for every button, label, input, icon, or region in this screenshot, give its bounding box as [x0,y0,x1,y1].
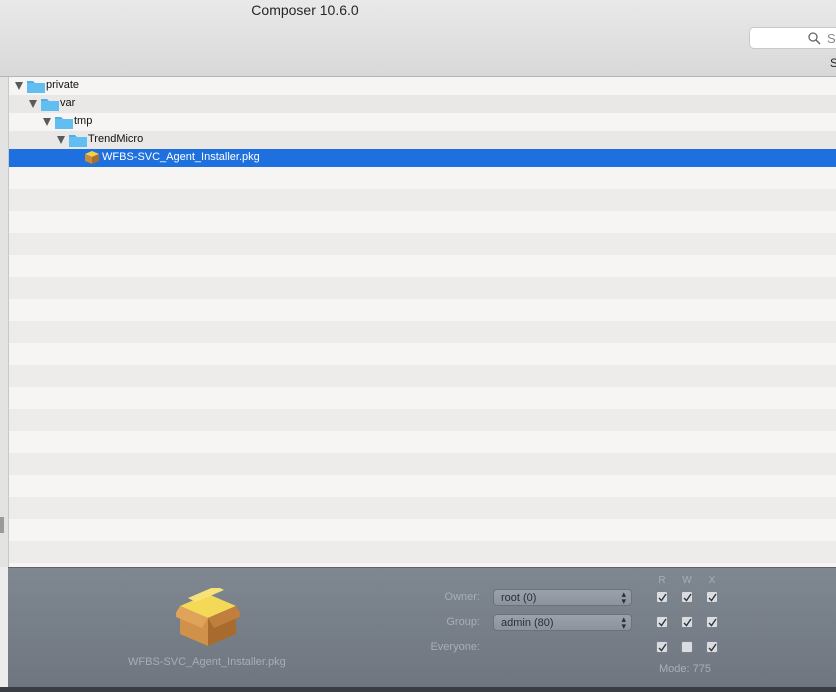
sidebar-resize-handle[interactable] [0,517,4,533]
search-label: S [830,56,836,70]
owner-label: Owner: [444,591,480,603]
tree-row-tmp[interactable]: tmp [9,113,836,131]
group-write-checkbox[interactable] [681,616,693,628]
group-read-checkbox[interactable] [656,616,668,628]
sidebar-edge [0,77,9,567]
search-field[interactable]: S [749,27,836,49]
checkmark-icon [658,593,667,602]
owner-execute-checkbox[interactable] [706,591,718,603]
window-bottom-edge [0,687,836,692]
title-bar: Composer 10.6.0 S S [0,0,836,77]
popup-arrows-icon: ▴ ▾ [621,614,626,631]
package-box-icon [176,588,240,646]
row-stripe [9,365,836,387]
disclosure-triangle-icon[interactable] [29,100,37,108]
owner-read-checkbox[interactable] [656,591,668,603]
checkmark-icon [658,618,667,627]
group-value: admin (80) [501,617,554,629]
owner-value: root (0) [501,592,537,604]
execute-header: X [708,575,716,586]
file-tree[interactable]: private var tmp TrendMicro WFBS-SVC_Agen… [9,77,836,567]
everyone-execute-checkbox[interactable] [706,641,718,653]
tree-row-label: private [46,79,80,91]
write-header: W [682,575,692,586]
folder-icon [41,99,59,111]
checkmark-icon [708,618,717,627]
checkmark-icon [708,643,717,652]
disclosure-triangle-icon[interactable] [43,118,51,126]
read-header: R [658,575,666,586]
checkmark-icon [658,643,667,652]
folder-icon [55,117,73,129]
row-stripe [9,189,836,211]
everyone-write-checkbox[interactable] [681,641,693,653]
tree-row-label: TrendMicro [88,133,144,145]
popup-arrows-icon: ▴ ▾ [621,589,626,606]
owner-write-checkbox[interactable] [681,591,693,603]
folder-icon [27,81,45,93]
row-stripe [9,321,836,343]
checkmark-icon [683,618,692,627]
mode-readout: Mode: 775 [659,663,711,675]
row-stripe [9,541,836,563]
tree-row-private[interactable]: private [9,77,836,95]
disclosure-triangle-icon[interactable] [57,136,65,144]
tree-row-trendmicro[interactable]: TrendMicro [9,131,836,149]
tree-row-label: tmp [74,115,93,127]
magnifier-icon [808,32,821,45]
search-placeholder: S [827,31,836,46]
tree-row-var[interactable]: var [9,95,836,113]
tree-row-label: WFBS-SVC_Agent_Installer.pkg [102,151,260,163]
inspector-panel: WFBS-SVC_Agent_Installer.pkg Owner: root… [8,567,836,688]
package-box-icon [85,151,99,164]
row-stripe [9,497,836,519]
row-stripe [9,233,836,255]
row-stripe [9,277,836,299]
row-stripe [9,409,836,431]
disclosure-triangle-icon[interactable] [15,82,23,90]
folder-icon [69,135,87,147]
tree-row-label: var [60,97,76,109]
window-title: Composer 10.6.0 [251,2,359,18]
owner-popup[interactable]: root (0) ▴ ▾ [493,589,632,606]
row-stripe [9,453,836,475]
group-popup[interactable]: admin (80) ▴ ▾ [493,614,632,631]
tree-row-package[interactable]: WFBS-SVC_Agent_Installer.pkg [9,149,836,167]
everyone-label: Everyone: [430,641,480,653]
group-label: Group: [446,616,480,628]
everyone-read-checkbox[interactable] [656,641,668,653]
group-execute-checkbox[interactable] [706,616,718,628]
package-name: WFBS-SVC_Agent_Installer.pkg [128,656,286,668]
checkmark-icon [683,593,692,602]
checkmark-icon [708,593,717,602]
